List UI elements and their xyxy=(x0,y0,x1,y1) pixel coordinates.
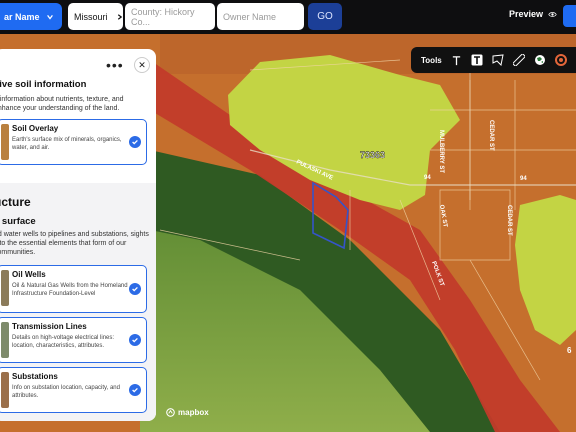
more-options-icon[interactable]: ••• xyxy=(106,57,124,73)
street-label: CEDAR ST xyxy=(488,120,494,151)
state-select-value: Missouri xyxy=(74,11,108,22)
top-bar: ar Name Missouri County: Hickory Co... O… xyxy=(0,0,576,34)
owner-placeholder: Owner Name xyxy=(223,11,277,22)
transmission-lines-card[interactable]: Transmission Lines Details on high-volta… xyxy=(0,317,147,363)
parcel-id-label: 73363 xyxy=(360,150,385,160)
tools-label: Tools xyxy=(421,55,442,65)
mapbox-attribution[interactable]: mapbox xyxy=(166,408,209,417)
search-type-label: ar Name xyxy=(4,11,40,22)
substations-desc: Info on substation location, capacity, a… xyxy=(12,385,120,399)
soil-overlay-desc: Earth's surface mix of minerals, organic… xyxy=(12,137,122,151)
county-input[interactable]: County: Hickory Co... xyxy=(125,3,215,30)
transmission-thumbnail xyxy=(1,322,9,358)
preview-label: Preview xyxy=(509,9,544,19)
infrastructure-description: nd water wells to pipelines and substati… xyxy=(0,231,149,256)
ruler-icon[interactable] xyxy=(512,54,525,67)
street-label: MULBERRY ST xyxy=(438,130,444,173)
checkmark-icon[interactable] xyxy=(129,334,141,346)
search-type-button[interactable]: ar Name xyxy=(0,3,62,30)
road-shield-label-2: 94 xyxy=(520,176,527,182)
state-select[interactable]: Missouri xyxy=(68,3,123,30)
oil-wells-card[interactable]: Oil Wells Oil & Natural Gas Wells from t… xyxy=(0,265,147,313)
soil-section-description: e information about nutrients, texture, … xyxy=(0,96,124,112)
chevron-right-icon xyxy=(117,13,122,20)
checkmark-icon[interactable] xyxy=(129,283,141,295)
text-icon[interactable] xyxy=(451,54,462,67)
chevron-down-icon xyxy=(46,14,53,20)
soil-overlay-card[interactable]: Soil Overlay Earth's surface mix of mine… xyxy=(0,119,147,165)
substations-card[interactable]: Substations Info on substation location,… xyxy=(0,367,147,413)
checkmark-icon[interactable] xyxy=(129,136,141,148)
oil-wells-desc: Oil & Natural Gas Wells from the Homelan… xyxy=(12,283,128,297)
transmission-lines-title: Transmission Lines xyxy=(12,322,87,331)
street-label: CEDAR ST xyxy=(506,205,512,236)
infrastructure-heading: ucture xyxy=(0,195,31,209)
go-button[interactable]: GO xyxy=(308,3,342,30)
edge-number-label: 6 xyxy=(567,346,572,355)
globe-icon[interactable] xyxy=(534,54,546,67)
infrastructure-subheading: e surface xyxy=(0,216,36,227)
substations-thumbnail xyxy=(1,372,9,408)
substations-title: Substations xyxy=(12,372,58,381)
transmission-lines-desc: Details on high-voltage electrical lines… xyxy=(12,335,115,349)
text-box-icon[interactable] xyxy=(471,54,483,67)
soil-overlay-title: Soil Overlay xyxy=(12,124,59,133)
target-icon[interactable] xyxy=(554,54,567,67)
county-placeholder: County: Hickory Co... xyxy=(131,6,195,27)
checkmark-icon[interactable] xyxy=(129,384,141,396)
mapbox-label: mapbox xyxy=(178,408,209,417)
oil-wells-title: Oil Wells xyxy=(12,270,46,279)
owner-name-input[interactable]: Owner Name xyxy=(217,3,304,30)
oil-wells-thumbnail xyxy=(1,270,9,306)
soil-section-heading: sive soil information xyxy=(0,79,87,90)
road-shield-label: 94 xyxy=(424,175,431,181)
tools-bar: Tools xyxy=(411,47,576,73)
mapbox-logo-icon xyxy=(166,408,175,417)
close-icon[interactable]: ✕ xyxy=(134,57,150,73)
eye-icon xyxy=(548,11,557,17)
soil-thumbnail xyxy=(1,124,9,160)
account-button[interactable] xyxy=(563,5,576,27)
polygon-icon[interactable] xyxy=(492,54,504,67)
layers-panel: ••• ✕ sive soil information e informatio… xyxy=(0,49,156,421)
preview-button[interactable]: Preview xyxy=(509,9,557,19)
